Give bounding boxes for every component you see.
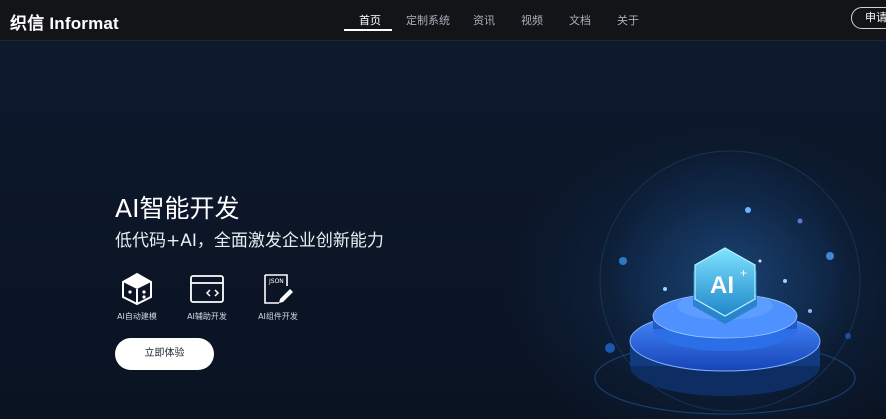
nav-item-docs[interactable]: 文档	[569, 12, 591, 28]
apply-trial-button[interactable]: 申请试用	[851, 7, 886, 29]
hero-subtitle: 低代码+AI，全面激发企业创新能力	[115, 231, 384, 251]
json-edit-icon: JSON	[264, 274, 293, 304]
svg-text:JSON: JSON	[268, 278, 284, 285]
feature-label: AI辅助开发	[187, 312, 227, 321]
ai-platform-icon: AI +	[594, 150, 861, 415]
hero-title: AI智能开发	[115, 194, 240, 223]
feature-ai-component-dev: JSON AI组件开发	[248, 272, 308, 322]
feature-label: AI自动建模	[117, 312, 157, 321]
top-navbar: 织信 Informat 首页 定制系统 资讯 视频 文档 关于 申请试用	[0, 0, 886, 41]
nav-item-home[interactable]: 首页	[359, 12, 381, 28]
try-now-button[interactable]: 立即体验	[115, 338, 214, 370]
hero-banner: AI智能开发 低代码+AI，全面激发企业创新能力 AI自动建模 AI辅助开发 J…	[0, 41, 886, 419]
ai-badge-plus: +	[740, 266, 747, 280]
nav-item-video[interactable]: 视频	[521, 12, 543, 28]
brand-logo[interactable]: 织信 Informat	[10, 9, 119, 34]
nav-active-indicator	[344, 29, 392, 31]
ai-badge-text: AI	[710, 272, 734, 299]
nav-item-about[interactable]: 关于	[617, 12, 639, 28]
nav-item-news[interactable]: 资讯	[473, 12, 495, 28]
feature-ai-modeling: AI自动建模	[107, 272, 167, 322]
cube-icon	[122, 272, 152, 306]
nav-item-custom-system[interactable]: 定制系统	[406, 12, 450, 28]
feature-label: AI组件开发	[258, 312, 298, 321]
feature-ai-assisted-dev: AI辅助开发	[177, 272, 237, 322]
code-window-icon	[190, 275, 224, 303]
